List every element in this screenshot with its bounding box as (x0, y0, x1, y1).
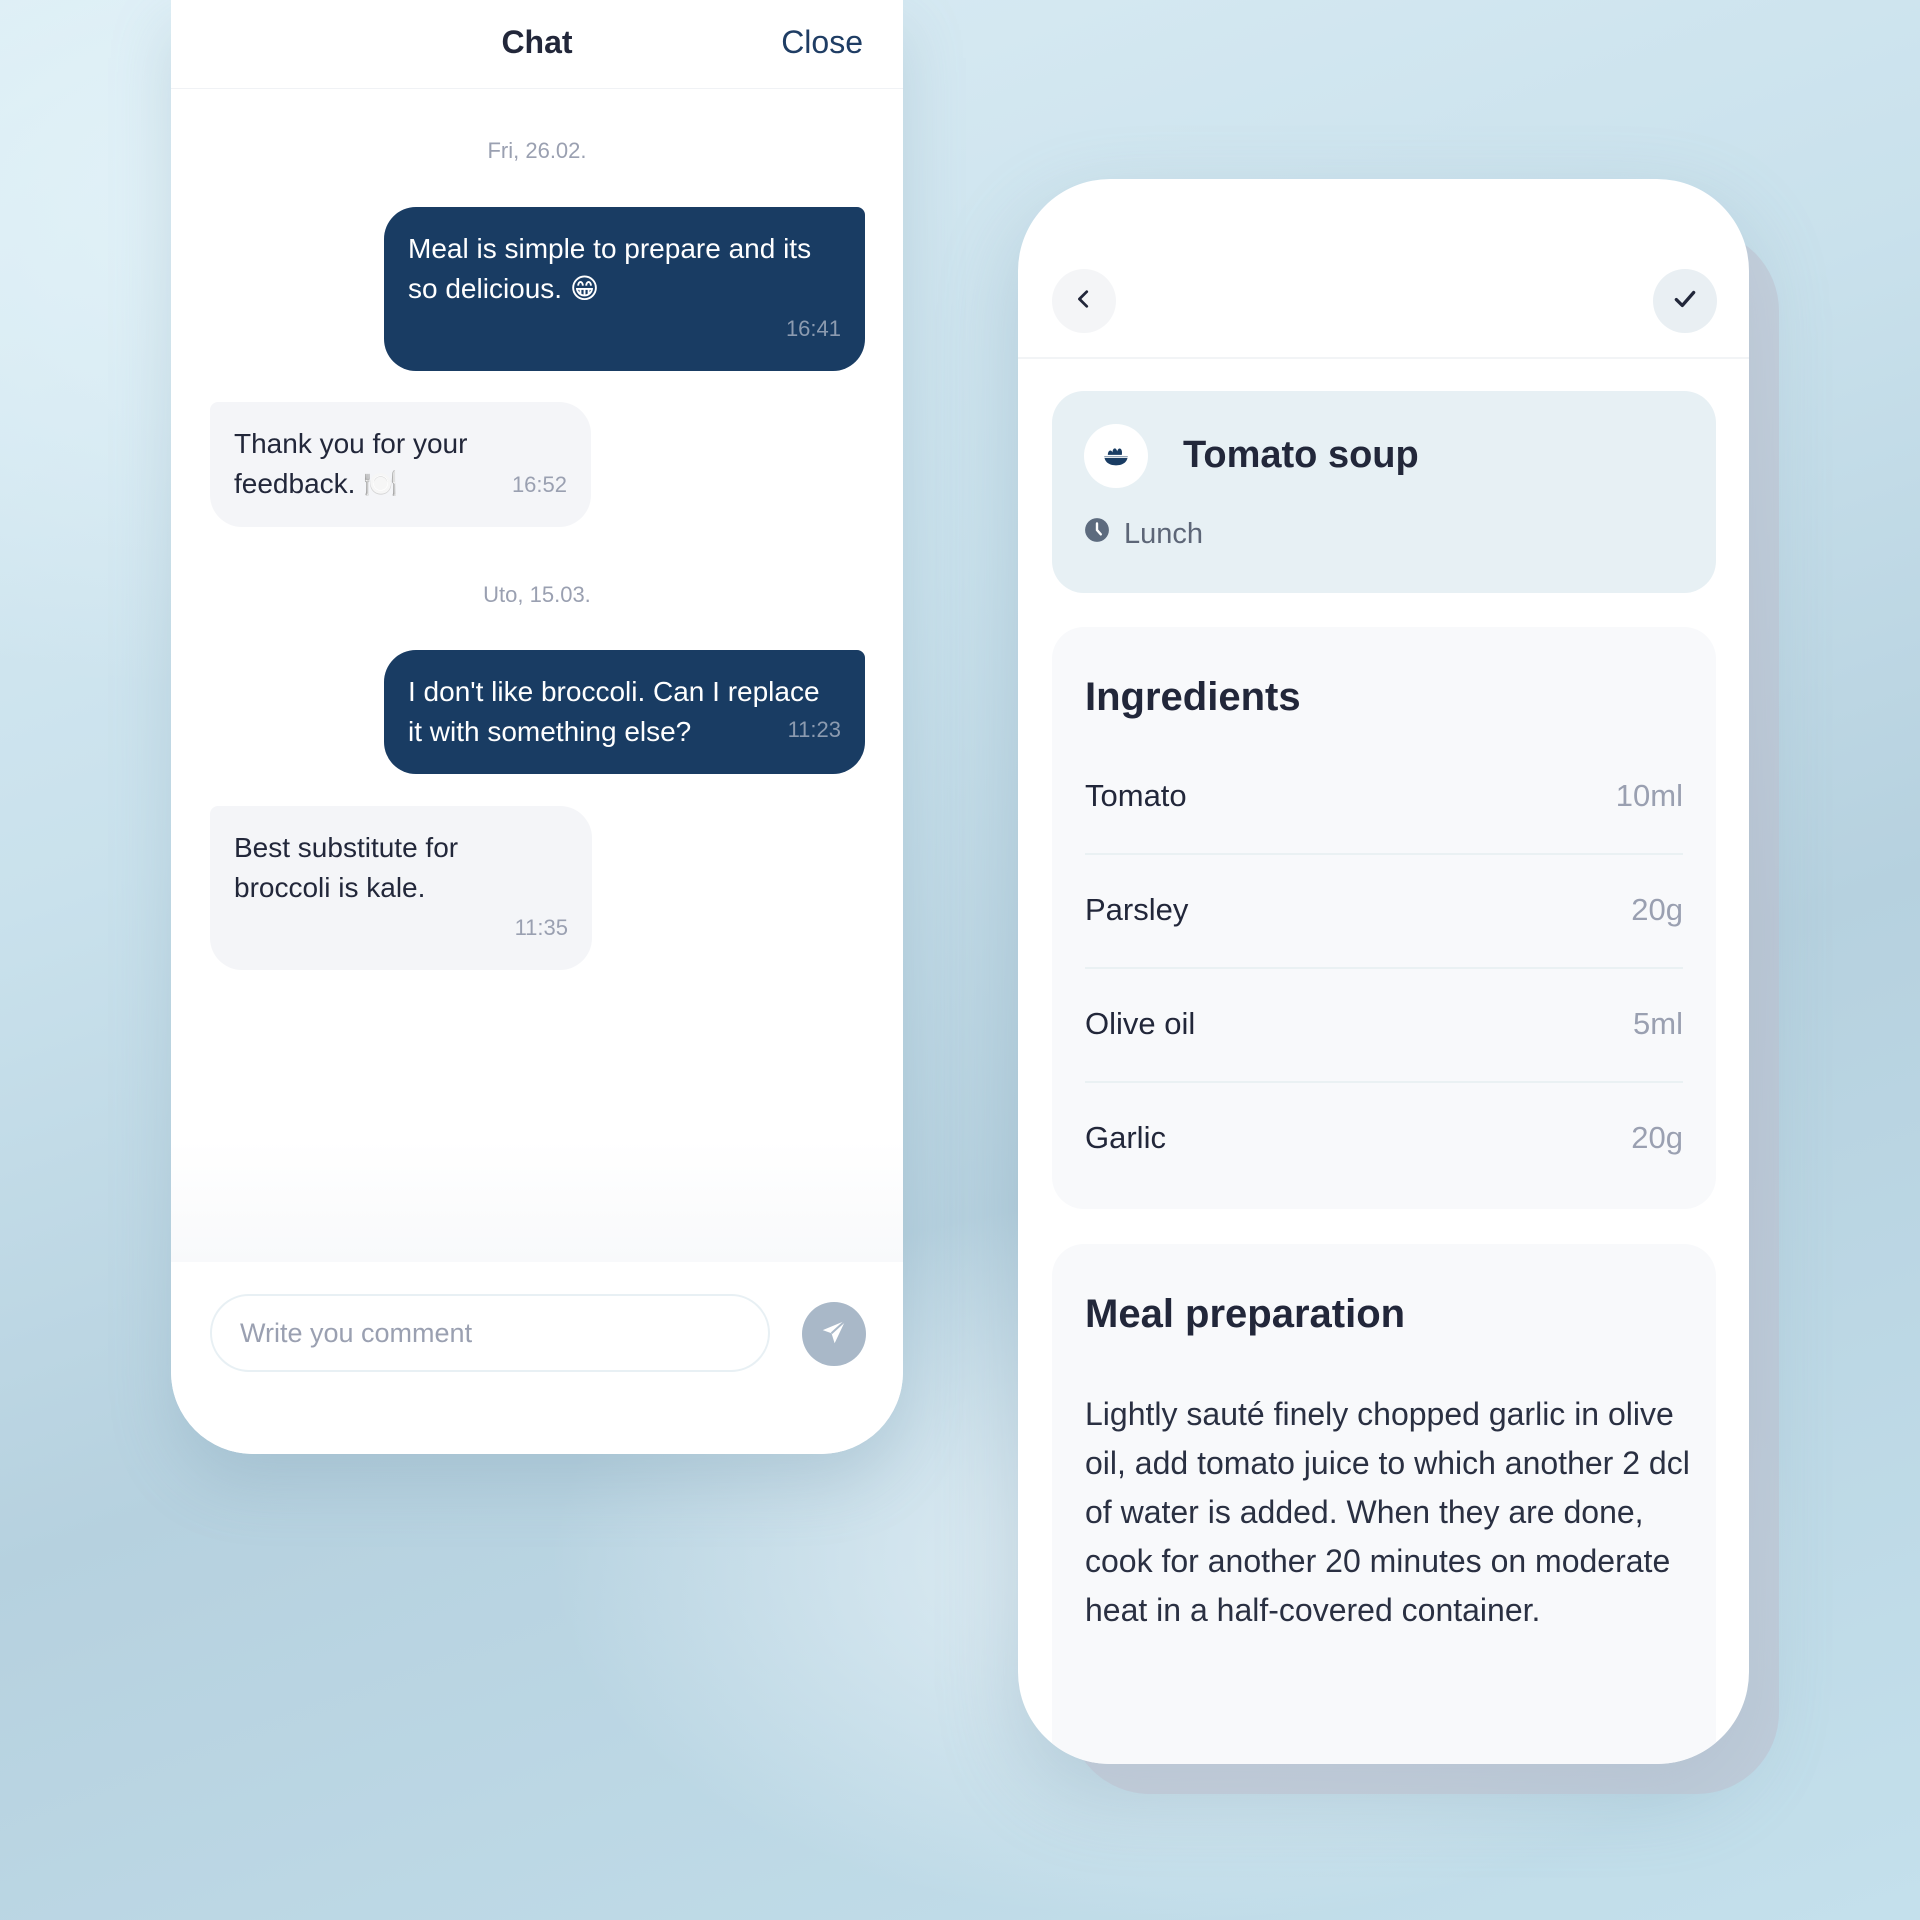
meal-summary-card: Tomato soup Lunch (1052, 391, 1716, 593)
message-text: Best substitute for broccoli is kale. (234, 832, 459, 903)
message-incoming: Best substitute for broccoli is kale. 11… (210, 806, 592, 970)
ingredient-qty: 20g (1631, 1120, 1683, 1155)
ingredients-card: Ingredients Tomato 10ml Parsley 20g Oliv… (1052, 627, 1716, 1209)
chat-composer (171, 1262, 903, 1454)
message-outgoing: Meal is simple to prepare and its so del… (384, 207, 865, 371)
paper-plane-icon (819, 1317, 849, 1352)
back-button[interactable] (1052, 269, 1116, 333)
ingredient-qty: 10ml (1615, 778, 1683, 813)
ingredient-name: Olive oil (1085, 1006, 1196, 1041)
message-incoming: Thank you for your feedback. 🍽️ 16:52 (210, 402, 591, 527)
meal-title: Tomato soup (1183, 434, 1419, 476)
meal-type-label: Lunch (1124, 517, 1204, 550)
ingredients-title: Ingredients (1085, 675, 1301, 719)
preparation-card: Meal preparation Lightly sauté finely ch… (1052, 1244, 1716, 1764)
salad-bowl-icon (1084, 424, 1148, 488)
confirm-button[interactable] (1653, 269, 1717, 333)
date-separator: Uto, 15.03. (483, 582, 591, 607)
close-button[interactable]: Close (781, 24, 863, 61)
ingredient-name: Garlic (1085, 1120, 1166, 1155)
date-separator: Fri, 26.02. (487, 138, 587, 163)
ingredient-row: Garlic 20g (1085, 1081, 1683, 1195)
message-text: I don't like broccoli. Can I replace it … (408, 676, 820, 747)
message-text: Meal is simple to prepare and its so del… (408, 233, 812, 304)
message-time: 11:23 (787, 717, 841, 742)
clock-icon (1084, 517, 1110, 551)
ingredient-name: Parsley (1085, 892, 1189, 927)
message-time: 16:52 (511, 472, 567, 497)
message-text: Thank you for your feedback. 🍽️ (234, 428, 468, 499)
checkmark-icon (1672, 286, 1698, 317)
meal-type: Lunch (1084, 517, 1203, 551)
comment-input[interactable] (210, 1294, 770, 1372)
header-divider (1018, 357, 1749, 359)
send-button[interactable] (802, 1302, 866, 1366)
ingredient-qty: 5ml (1633, 1006, 1683, 1041)
recipe-panel: Tomato soup Lunch Ingredients Tomato 10m… (1018, 179, 1749, 1764)
chat-panel: Chat Close Fri, 26.02. Meal is simple to… (171, 0, 903, 1454)
chevron-left-icon (1073, 288, 1095, 315)
chat-fade (171, 1140, 903, 1262)
ingredient-name: Tomato (1085, 778, 1187, 813)
message-outgoing: I don't like broccoli. Can I replace it … (384, 650, 865, 774)
preparation-title: Meal preparation (1085, 1292, 1406, 1336)
ingredient-row: Tomato 10ml (1085, 739, 1683, 855)
ingredient-row: Parsley 20g (1085, 853, 1683, 969)
ingredient-qty: 20g (1631, 892, 1683, 927)
ingredient-row: Olive oil 5ml (1085, 967, 1683, 1083)
preparation-text: Lightly sauté finely chopped garlic in o… (1085, 1396, 1690, 1628)
message-time: 11:35 (514, 915, 568, 940)
message-time: 16:41 (785, 316, 841, 341)
chat-header: Chat Close (171, 0, 903, 89)
